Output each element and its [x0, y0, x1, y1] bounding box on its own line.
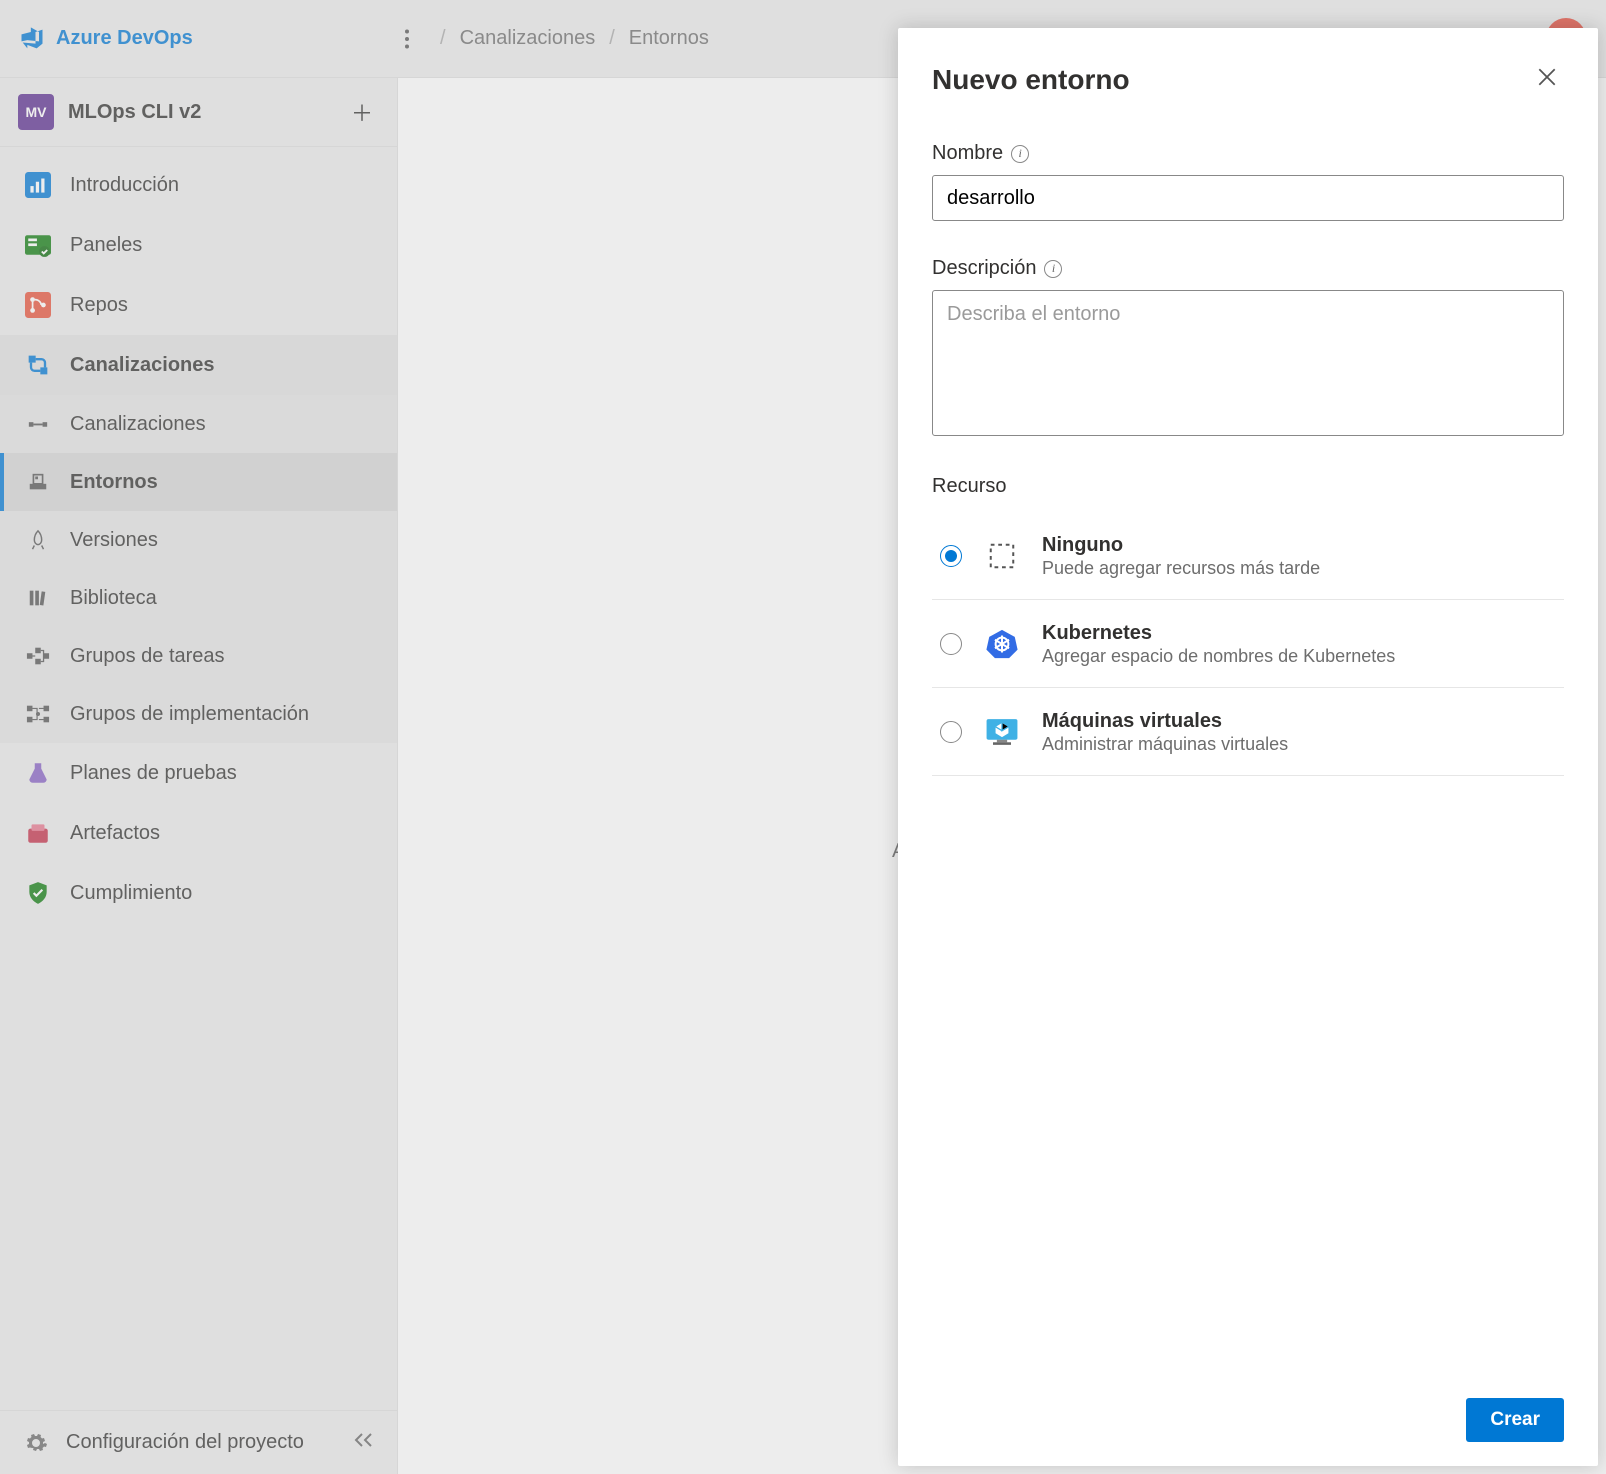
create-button[interactable]: Crear — [1466, 1398, 1564, 1442]
project-name[interactable]: MLOps CLI v2 — [68, 101, 345, 124]
close-button[interactable] — [1536, 66, 1564, 94]
sidebar-item-testplans[interactable]: Planes de pruebas — [0, 743, 397, 803]
project-header: MV MLOps CLI v2 ＋ — [0, 78, 397, 147]
radio-icon[interactable] — [940, 633, 962, 655]
header-more-button[interactable] — [388, 20, 426, 58]
info-icon[interactable]: i — [1011, 145, 1029, 163]
resource-option-none[interactable]: Ninguno Puede agregar recursos más tarde — [932, 512, 1564, 599]
radio-icon[interactable] — [940, 721, 962, 743]
releases-icon — [24, 526, 52, 554]
sidebar-item-label: Planes de pruebas — [70, 762, 237, 785]
sidebar-item-artifacts[interactable]: Artefactos — [0, 803, 397, 863]
sidebar-item-compliance[interactable]: Cumplimiento — [0, 863, 397, 923]
sidebar-sub-releases[interactable]: Versiones — [0, 511, 397, 569]
sidebar-sub-label: Grupos de tareas — [70, 645, 225, 668]
resource-sub: Administrar máquinas virtuales — [1042, 734, 1288, 755]
breadcrumb-item-pipelines[interactable]: Canalizaciones — [460, 27, 596, 50]
project-badge: MV — [18, 94, 54, 130]
pipelines-sub-icon — [24, 410, 52, 438]
info-icon[interactable]: i — [1044, 260, 1062, 278]
kubernetes-icon — [984, 626, 1020, 662]
repos-icon — [24, 291, 52, 319]
description-label-text: Descripción — [932, 257, 1036, 280]
testplans-icon — [24, 759, 52, 787]
sidebar-item-label: Cumplimiento — [70, 882, 192, 905]
sidebar-item-label: Canalizaciones — [70, 354, 215, 377]
panel-footer: Crear — [932, 1398, 1564, 1442]
sidebar-sub-deploygroups[interactable]: Grupos de implementación — [0, 685, 397, 743]
nav: Introducción Paneles Repos Canalizacione… — [0, 147, 397, 1410]
sidebar: MV MLOps CLI v2 ＋ Introducción Paneles — [0, 78, 398, 1474]
sidebar-item-label: Repos — [70, 294, 128, 317]
resource-option-vms[interactable]: Máquinas virtuales Administrar máquinas … — [932, 687, 1564, 775]
sidebar-sub-library[interactable]: Biblioteca — [0, 569, 397, 627]
radio-checked-icon[interactable] — [940, 545, 962, 567]
name-field: Nombre i — [932, 142, 1564, 221]
project-add-button[interactable]: ＋ — [345, 95, 379, 129]
collapse-icon[interactable] — [353, 1431, 375, 1455]
sidebar-sub-label: Canalizaciones — [70, 413, 206, 436]
name-label-text: Nombre — [932, 142, 1003, 165]
sidebar-sub-taskgroups[interactable]: Grupos de tareas — [0, 627, 397, 685]
sidebar-item-label: Paneles — [70, 234, 142, 257]
azure-devops-logo-icon — [18, 25, 46, 53]
sidebar-item-overview[interactable]: Introducción — [0, 155, 397, 215]
description-field: Descripción i — [932, 257, 1564, 439]
taskgroups-icon — [24, 642, 52, 670]
resource-list: Ninguno Puede agregar recursos más tarde… — [932, 512, 1564, 776]
compliance-icon — [24, 879, 52, 907]
new-environment-panel: Nuevo entorno Nombre i Descripción i Rec… — [898, 28, 1598, 1466]
description-input[interactable] — [932, 290, 1564, 436]
artifacts-icon — [24, 819, 52, 847]
panel-header: Nuevo entorno — [932, 64, 1564, 96]
sidebar-item-repos[interactable]: Repos — [0, 275, 397, 335]
panel-title: Nuevo entorno — [932, 64, 1130, 96]
resource-title: Máquinas virtuales — [1042, 708, 1288, 734]
sidebar-item-label: Artefactos — [70, 822, 160, 845]
resource-section-label: Recurso — [932, 475, 1564, 498]
resource-title: Kubernetes — [1042, 620, 1395, 646]
library-icon — [24, 584, 52, 612]
environments-icon — [24, 468, 52, 496]
boards-icon — [24, 231, 52, 259]
brand-label: Azure DevOps — [56, 27, 193, 50]
breadcrumb-sep: / — [603, 27, 621, 50]
sidebar-sub-label: Entornos — [70, 471, 158, 494]
name-label: Nombre i — [932, 142, 1564, 165]
sidebar-sub-environments[interactable]: Entornos — [0, 453, 397, 511]
description-label: Descripción i — [932, 257, 1564, 280]
sidebar-sub-label: Biblioteca — [70, 587, 157, 610]
resource-option-kubernetes[interactable]: Kubernetes Agregar espacio de nombres de… — [932, 599, 1564, 687]
resource-sub: Puede agregar recursos más tarde — [1042, 558, 1320, 579]
resource-sub: Agregar espacio de nombres de Kubernetes — [1042, 646, 1395, 667]
brand[interactable]: Azure DevOps — [18, 25, 388, 53]
resource-title: Ninguno — [1042, 532, 1320, 558]
sidebar-sub-pipelines[interactable]: Canalizaciones — [0, 395, 397, 453]
sidebar-sub-label: Versiones — [70, 529, 158, 552]
breadcrumb-sep: / — [434, 27, 452, 50]
sidebar-sub-label: Grupos de implementación — [70, 703, 309, 726]
vm-icon — [984, 714, 1020, 750]
pipelines-icon — [24, 351, 52, 379]
name-input[interactable] — [932, 175, 1564, 221]
sidebar-item-pipelines[interactable]: Canalizaciones — [0, 335, 397, 395]
gear-icon — [22, 1429, 50, 1457]
sidebar-item-label: Introducción — [70, 174, 179, 197]
breadcrumb: / Canalizaciones / Entornos — [434, 27, 709, 50]
sidebar-footer-settings[interactable]: Configuración del proyecto — [0, 1410, 397, 1474]
breadcrumb-item-environments[interactable]: Entornos — [629, 27, 709, 50]
none-icon — [984, 538, 1020, 574]
sidebar-item-boards[interactable]: Paneles — [0, 215, 397, 275]
overview-icon — [24, 171, 52, 199]
deploygroups-icon — [24, 700, 52, 728]
sidebar-footer-label: Configuración del proyecto — [66, 1431, 304, 1454]
